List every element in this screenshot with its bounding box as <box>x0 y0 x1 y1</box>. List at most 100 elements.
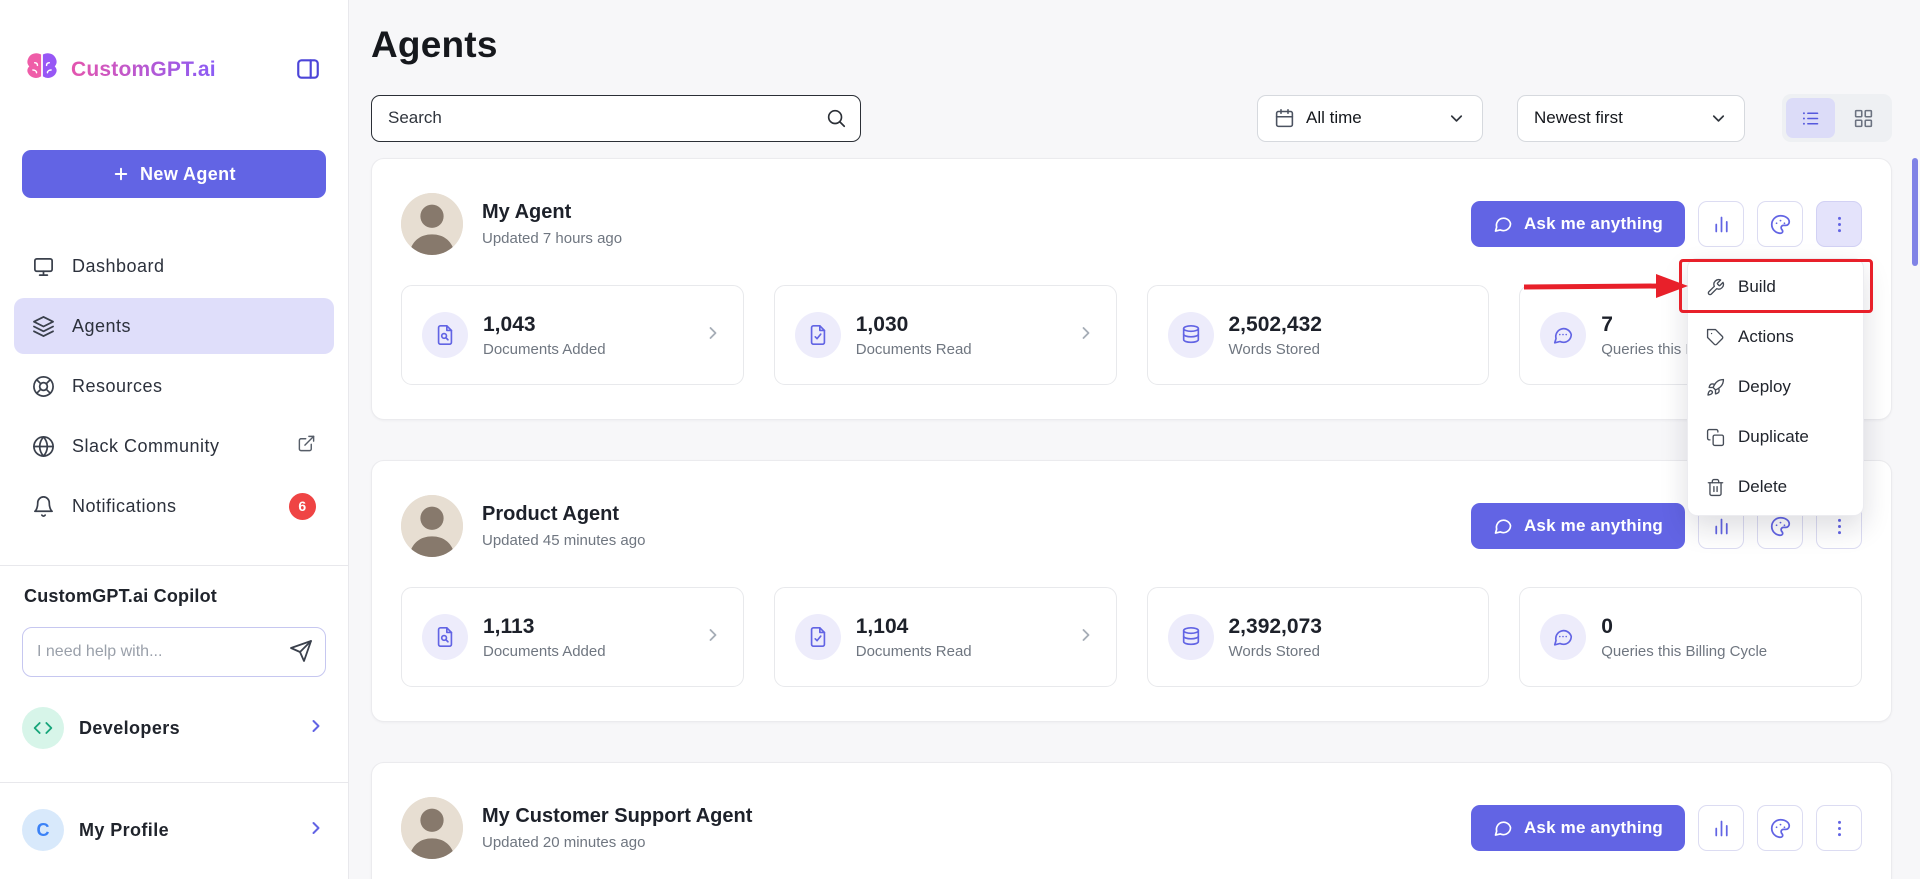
database-icon <box>1167 312 1214 358</box>
ask-me-anything-button[interactable]: Ask me anything <box>1470 805 1685 851</box>
scrollbar-thumb[interactable] <box>1912 158 1918 266</box>
more-options-button[interactable] <box>1816 805 1862 851</box>
sidebar-item-developers[interactable]: Developers <box>22 705 326 751</box>
database-icon <box>1167 614 1214 660</box>
chat-icon <box>1494 519 1512 534</box>
context-menu: Build Actions Deploy Duplicate Delete <box>1687 258 1864 516</box>
stat-documents-added[interactable]: 1,113 Documents Added <box>401 587 744 687</box>
logo[interactable]: CustomGPT.ai <box>22 50 216 90</box>
analytics-button[interactable] <box>1698 201 1744 247</box>
send-icon[interactable] <box>288 639 314 665</box>
time-filter-dropdown[interactable]: All time <box>1257 94 1483 142</box>
agent-updated: Updated 20 minutes ago <box>482 834 646 851</box>
palette-icon <box>1770 818 1790 838</box>
ellipsis-icon <box>1837 216 1841 232</box>
document-search-icon <box>422 614 468 660</box>
controls-bar: All time Newest first <box>371 94 1892 142</box>
grid-view-icon <box>1854 109 1873 127</box>
chevron-down-icon <box>1450 114 1463 122</box>
agent-updated: Updated 45 minutes ago <box>482 532 646 549</box>
sidebar-item-notifications[interactable]: Notifications 6 <box>14 478 334 534</box>
sort-dropdown[interactable]: Newest first <box>1517 94 1745 142</box>
person-photo-icon <box>401 797 463 859</box>
agent-updated: Updated 7 hours ago <box>482 230 623 247</box>
agent-name: My Agent <box>482 201 572 223</box>
rocket-icon <box>1707 378 1725 396</box>
agent-card: Product Agent Updated 45 minutes ago Ask… <box>371 460 1892 722</box>
stat-words-stored[interactable]: 2,502,432 Words Stored <box>1146 285 1490 385</box>
stat-queries[interactable]: 0 Queries this Billing Cycle <box>1519 587 1862 687</box>
ask-me-anything-button[interactable]: Ask me anything <box>1470 503 1685 549</box>
stat-documents-read[interactable]: 1,104 Documents Read <box>773 587 1117 687</box>
code-icon <box>22 707 64 749</box>
agent-avatar <box>401 797 463 859</box>
trash-icon <box>1707 478 1724 496</box>
agents-icon <box>33 315 54 337</box>
chat-dots-icon <box>1540 614 1587 660</box>
bar-chart-icon <box>1714 820 1728 836</box>
document-search-icon <box>422 312 468 358</box>
stat-words-stored[interactable]: 2,392,073 Words Stored <box>1146 587 1490 687</box>
menu-item-delete[interactable]: Delete <box>1688 462 1863 512</box>
chevron-right-icon <box>703 625 723 650</box>
ask-me-anything-button[interactable]: Ask me anything <box>1470 201 1685 247</box>
copy-icon <box>1706 428 1725 446</box>
more-options-button[interactable] <box>1816 201 1862 247</box>
app-root: CustomGPT.ai New Agent Dashboard Agents … <box>0 0 1920 879</box>
sidebar-divider <box>0 782 348 783</box>
chat-icon <box>1494 821 1512 836</box>
analytics-button[interactable] <box>1698 805 1744 851</box>
stat-documents-added[interactable]: 1,043 Documents Added <box>401 285 744 385</box>
menu-item-actions[interactable]: Actions <box>1688 312 1863 362</box>
new-agent-button[interactable]: New Agent <box>22 150 326 198</box>
calendar-icon <box>1275 108 1294 127</box>
agent-avatar <box>401 193 463 255</box>
chevron-right-icon <box>306 818 326 843</box>
chat-dots-icon <box>1540 312 1587 358</box>
person-photo-icon <box>401 193 463 255</box>
profile-avatar: C <box>22 809 64 851</box>
agent-card: My Customer Support Agent Updated 20 min… <box>371 762 1892 879</box>
bar-chart-icon <box>1714 216 1728 232</box>
sidebar-item-slack-community[interactable]: Slack Community <box>14 418 334 474</box>
palette-icon <box>1770 214 1790 234</box>
view-toggle <box>1782 94 1892 142</box>
palette-icon <box>1770 516 1790 536</box>
sidebar-collapse-icon[interactable] <box>294 56 322 84</box>
appearance-button[interactable] <box>1757 201 1803 247</box>
search-input[interactable] <box>371 94 861 142</box>
logo-text: CustomGPT.ai <box>71 58 216 81</box>
sidebar-item-profile[interactable]: C My Profile <box>22 807 326 853</box>
agent-avatar <box>401 495 463 557</box>
external-link-icon <box>297 434 316 458</box>
tag-icon <box>1706 328 1724 345</box>
ellipsis-icon <box>1837 518 1841 534</box>
copilot-input[interactable] <box>22 627 326 677</box>
menu-item-deploy[interactable]: Deploy <box>1688 362 1863 412</box>
menu-item-build[interactable]: Build <box>1688 262 1863 312</box>
search-icon <box>827 109 846 127</box>
list-view-icon <box>1802 111 1819 125</box>
grid-view-button[interactable] <box>1839 98 1888 138</box>
build-icon <box>1707 278 1725 295</box>
page-title: Agents <box>371 24 498 65</box>
agent-name: My Customer Support Agent <box>482 805 753 827</box>
stat-documents-read[interactable]: 1,030 Documents Read <box>773 285 1117 385</box>
chevron-down-icon <box>1712 114 1725 122</box>
sidebar-item-resources[interactable]: Resources <box>14 358 334 414</box>
copilot-section-title: CustomGPT.ai Copilot <box>24 586 217 606</box>
bar-chart-icon <box>1714 518 1728 534</box>
chevron-right-icon <box>306 716 326 741</box>
brain-logo-icon <box>27 53 57 78</box>
appearance-button[interactable] <box>1757 805 1803 851</box>
menu-item-duplicate[interactable]: Duplicate <box>1688 412 1863 462</box>
bell-icon <box>34 495 53 517</box>
document-check-icon <box>794 614 841 660</box>
sidebar-item-dashboard[interactable]: Dashboard <box>14 238 334 294</box>
sidebar-item-agents[interactable]: Agents <box>14 298 334 354</box>
dashboard-icon <box>34 257 53 276</box>
plus-icon <box>114 167 128 181</box>
globe-icon <box>33 435 54 457</box>
document-check-icon <box>794 312 841 358</box>
list-view-button[interactable] <box>1786 98 1835 138</box>
